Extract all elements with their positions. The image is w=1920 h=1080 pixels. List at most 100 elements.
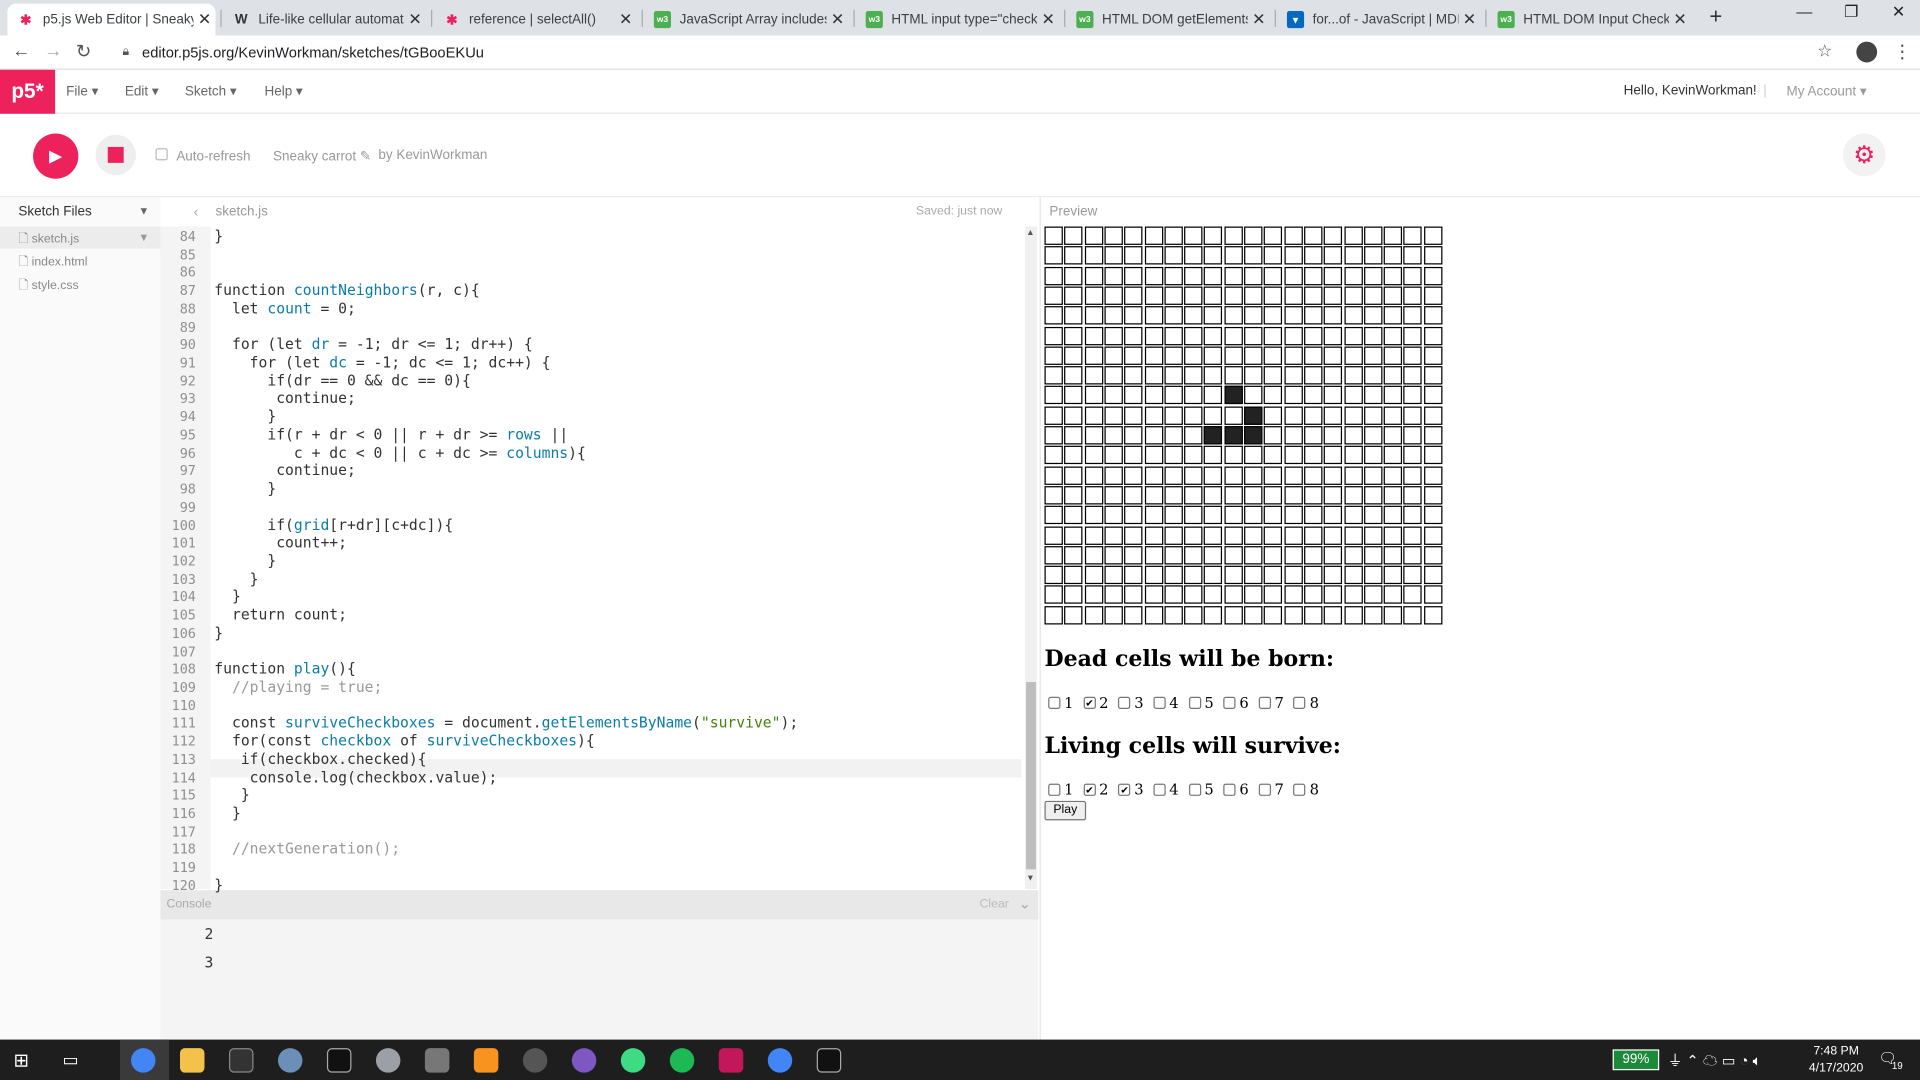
survive-option[interactable]: ✔ 3: [1118, 781, 1144, 798]
play-simulation-button[interactable]: Play: [1044, 800, 1087, 821]
code-line[interactable]: continue;: [214, 390, 356, 407]
grid-cell[interactable]: [1064, 485, 1083, 505]
tray-icons[interactable]: ⏚ ⌃ ☁ ▭ ◔ 🔈︎: [1668, 1049, 1762, 1070]
grid-cell[interactable]: [1423, 346, 1443, 365]
code-line[interactable]: continue;: [214, 462, 356, 479]
tab-4[interactable]: w3 HTML input type="checkbox"✕: [856, 4, 1059, 36]
grid-cell[interactable]: [1144, 406, 1163, 425]
grid-cell[interactable]: [1403, 565, 1423, 585]
grid-cell[interactable]: [1204, 406, 1223, 425]
grid-cell[interactable]: [1224, 466, 1243, 485]
code-line[interactable]: }: [214, 805, 241, 822]
grid-cell[interactable]: [1164, 386, 1183, 405]
grid-cell[interactable]: [1323, 386, 1343, 405]
grid-cell[interactable]: [1184, 466, 1203, 485]
grid-cell[interactable]: [1363, 585, 1383, 605]
back-icon[interactable]: ←: [12, 40, 30, 61]
android-studio-icon[interactable]: [620, 1048, 646, 1073]
tab-0[interactable]: ✱ p5.js Web Editor | Sneaky carrot✕: [7, 3, 216, 36]
grid-cell[interactable]: [1224, 505, 1243, 525]
grid-cell[interactable]: [1323, 326, 1343, 345]
file-style-css[interactable]: 🗋 style.css: [18, 277, 78, 298]
grid-cell[interactable]: [1343, 286, 1363, 305]
grid-cell[interactable]: [1363, 565, 1383, 585]
grid-cell[interactable]: [1144, 346, 1163, 365]
code-line[interactable]: //nextGeneration();: [214, 841, 400, 858]
grid-cell[interactable]: [1224, 346, 1243, 365]
grid-cell[interactable]: [1064, 286, 1083, 305]
grid-cell[interactable]: [1164, 246, 1183, 265]
spotify-icon[interactable]: [669, 1048, 695, 1073]
settings-gear-icon[interactable]: ⚙: [1842, 133, 1886, 177]
grid-cell[interactable]: [1283, 485, 1303, 505]
survive-checkbox[interactable]: ✔: [1118, 783, 1131, 796]
survive-checkbox[interactable]: [1223, 783, 1236, 796]
grid-cell[interactable]: [1303, 326, 1323, 345]
grid-cell[interactable]: [1343, 306, 1363, 325]
app-icon[interactable]: [375, 1048, 401, 1073]
grid-cell[interactable]: [1104, 525, 1123, 545]
chrome-taskbar-icon[interactable]: [767, 1048, 793, 1073]
born-checkbox[interactable]: [1188, 696, 1201, 709]
grid-cell[interactable]: [1204, 246, 1223, 265]
grid-cell[interactable]: [1343, 246, 1363, 265]
grid-cell[interactable]: [1383, 466, 1403, 485]
survive-checkbox[interactable]: [1048, 783, 1061, 796]
grid-cell[interactable]: [1084, 326, 1103, 345]
grid-cell[interactable]: [1224, 226, 1243, 245]
grid-cell[interactable]: [1244, 485, 1263, 505]
grid-cell[interactable]: [1244, 426, 1263, 445]
grid-cell[interactable]: [1283, 326, 1303, 345]
grid-cell[interactable]: [1303, 485, 1323, 505]
grid-cell[interactable]: [1104, 545, 1123, 565]
grid-cell[interactable]: [1064, 326, 1083, 345]
grid-cell[interactable]: [1323, 306, 1343, 325]
grid-cell[interactable]: [1303, 446, 1323, 465]
survive-checkbox[interactable]: [1188, 783, 1201, 796]
grid-cell[interactable]: [1084, 485, 1103, 505]
grid-cell[interactable]: [1423, 286, 1443, 305]
grid-cell[interactable]: [1363, 406, 1383, 425]
born-option[interactable]: ✔ 2: [1083, 694, 1109, 711]
grid-cell[interactable]: [1244, 525, 1263, 545]
grid-cell[interactable]: [1164, 505, 1183, 525]
grid-cell[interactable]: [1044, 366, 1063, 385]
grid-cell[interactable]: [1244, 266, 1263, 285]
grid-cell[interactable]: [1383, 565, 1403, 585]
grid-cell[interactable]: [1164, 326, 1183, 345]
menu-edit[interactable]: Edit ▾: [125, 83, 159, 99]
grid-cell[interactable]: [1124, 485, 1143, 505]
grid-cell[interactable]: [1104, 485, 1123, 505]
grid-cell[interactable]: [1044, 525, 1063, 545]
grid-cell[interactable]: [1343, 386, 1363, 405]
grid-cell[interactable]: [1124, 466, 1143, 485]
grid-cell[interactable]: [1403, 246, 1423, 265]
code-line[interactable]: function countNeighbors(r, c){: [214, 282, 479, 299]
grid-cell[interactable]: [1144, 266, 1163, 285]
grid-cell[interactable]: [1084, 426, 1103, 445]
grid-cell[interactable]: [1283, 525, 1303, 545]
grid-cell[interactable]: [1363, 286, 1383, 305]
grid-cell[interactable]: [1164, 525, 1183, 545]
grid-cell[interactable]: [1264, 366, 1283, 385]
grid-cell[interactable]: [1184, 545, 1203, 565]
grid-cell[interactable]: [1343, 426, 1363, 445]
grid-cell[interactable]: [1204, 525, 1223, 545]
grid-cell[interactable]: [1303, 545, 1323, 565]
grid-cell[interactable]: [1283, 565, 1303, 585]
grid-cell[interactable]: [1064, 406, 1083, 425]
grid-cell[interactable]: [1044, 485, 1063, 505]
grid-cell[interactable]: [1343, 366, 1363, 385]
grid-cell[interactable]: [1383, 306, 1403, 325]
grid-cell[interactable]: [1164, 545, 1183, 565]
code-line[interactable]: const surviveCheckboxes = document.getEl…: [214, 714, 798, 731]
grid-cell[interactable]: [1224, 266, 1243, 285]
grid-cell[interactable]: [1084, 466, 1103, 485]
grid-cell[interactable]: [1423, 226, 1443, 245]
grid-cell[interactable]: [1264, 306, 1283, 325]
grid-cell[interactable]: [1343, 505, 1363, 525]
grid-cell[interactable]: [1104, 426, 1123, 445]
grid-cell[interactable]: [1343, 485, 1363, 505]
code-line[interactable]: }: [214, 787, 250, 804]
grid-cell[interactable]: [1383, 346, 1403, 365]
